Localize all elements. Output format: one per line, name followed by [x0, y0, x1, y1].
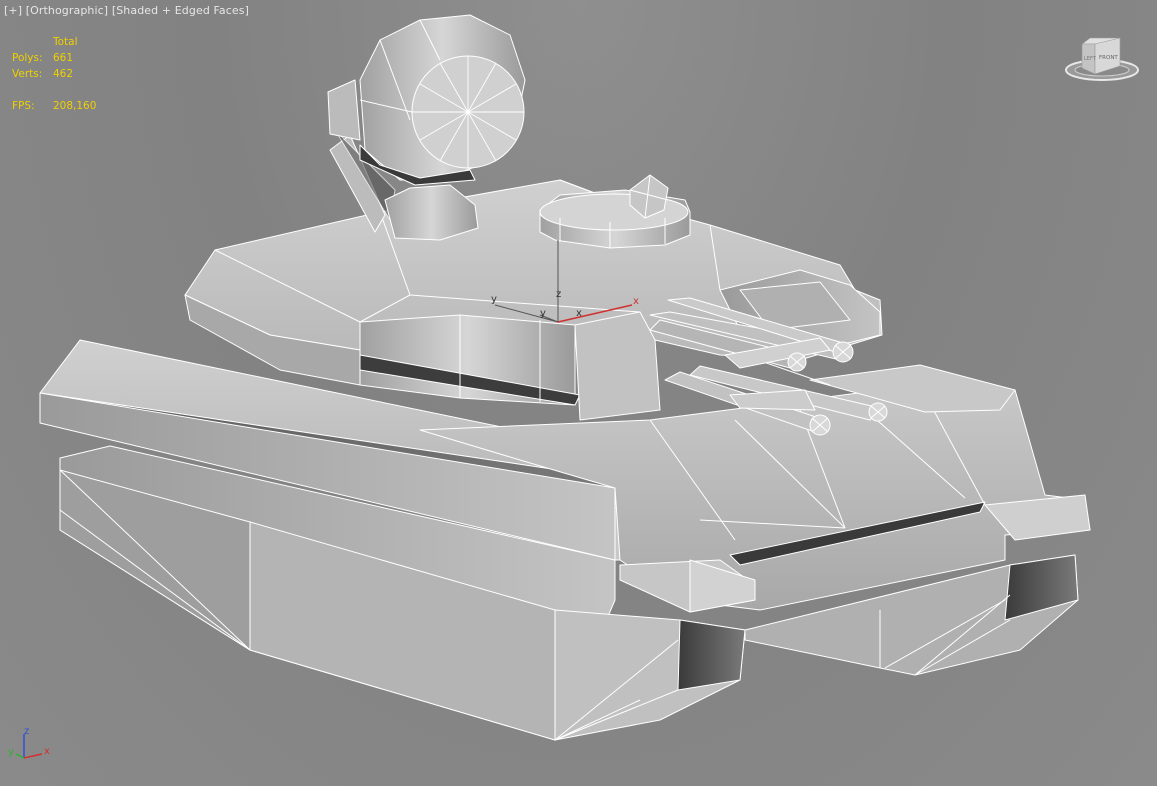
viewcube-icon[interactable]: LEFT FRONT — [1062, 34, 1142, 86]
gizmo-y-label: y — [491, 294, 497, 305]
viewport-label: [+] [Orthographic] [Shaded + Edged Faces… — [4, 4, 249, 17]
world-axis-tripod: z x y — [6, 724, 56, 768]
fps-value: 208,160 — [53, 100, 97, 112]
viewport-menu-button[interactable]: [+] — [4, 4, 22, 17]
gizmo-x2-label: x — [576, 308, 582, 319]
gizmo-x-label: x — [633, 296, 639, 307]
gizmo-z-label: z — [556, 289, 561, 300]
shading-mode-menu[interactable]: [Shaded + Edged Faces] — [112, 4, 249, 17]
gizmo-y2-label: y — [540, 308, 546, 319]
stats-header: Total — [53, 36, 78, 48]
fps-label: FPS: — [12, 100, 35, 112]
viewcube-left-face[interactable]: LEFT — [1084, 56, 1097, 62]
polys-value: 661 — [53, 52, 74, 64]
polys-label: Polys: — [12, 52, 43, 64]
perspective-viewport[interactable]: z y y x x [+] [Orthographic] [Shaded + E… — [0, 0, 1157, 786]
tripod-x-label: x — [44, 746, 50, 757]
tank-model[interactable]: z y y x x — [0, 0, 1157, 786]
verts-value: 462 — [53, 68, 74, 80]
viewcube-front-face[interactable]: FRONT — [1099, 55, 1118, 61]
verts-label: Verts: — [12, 68, 43, 80]
scene-statistics: Total Polys: 661 Verts: 462 FPS: 208,160 — [12, 34, 96, 114]
view-mode-menu[interactable]: [Orthographic] — [26, 4, 108, 17]
tripod-y-label: y — [8, 747, 14, 758]
tripod-z-label: z — [24, 726, 29, 737]
